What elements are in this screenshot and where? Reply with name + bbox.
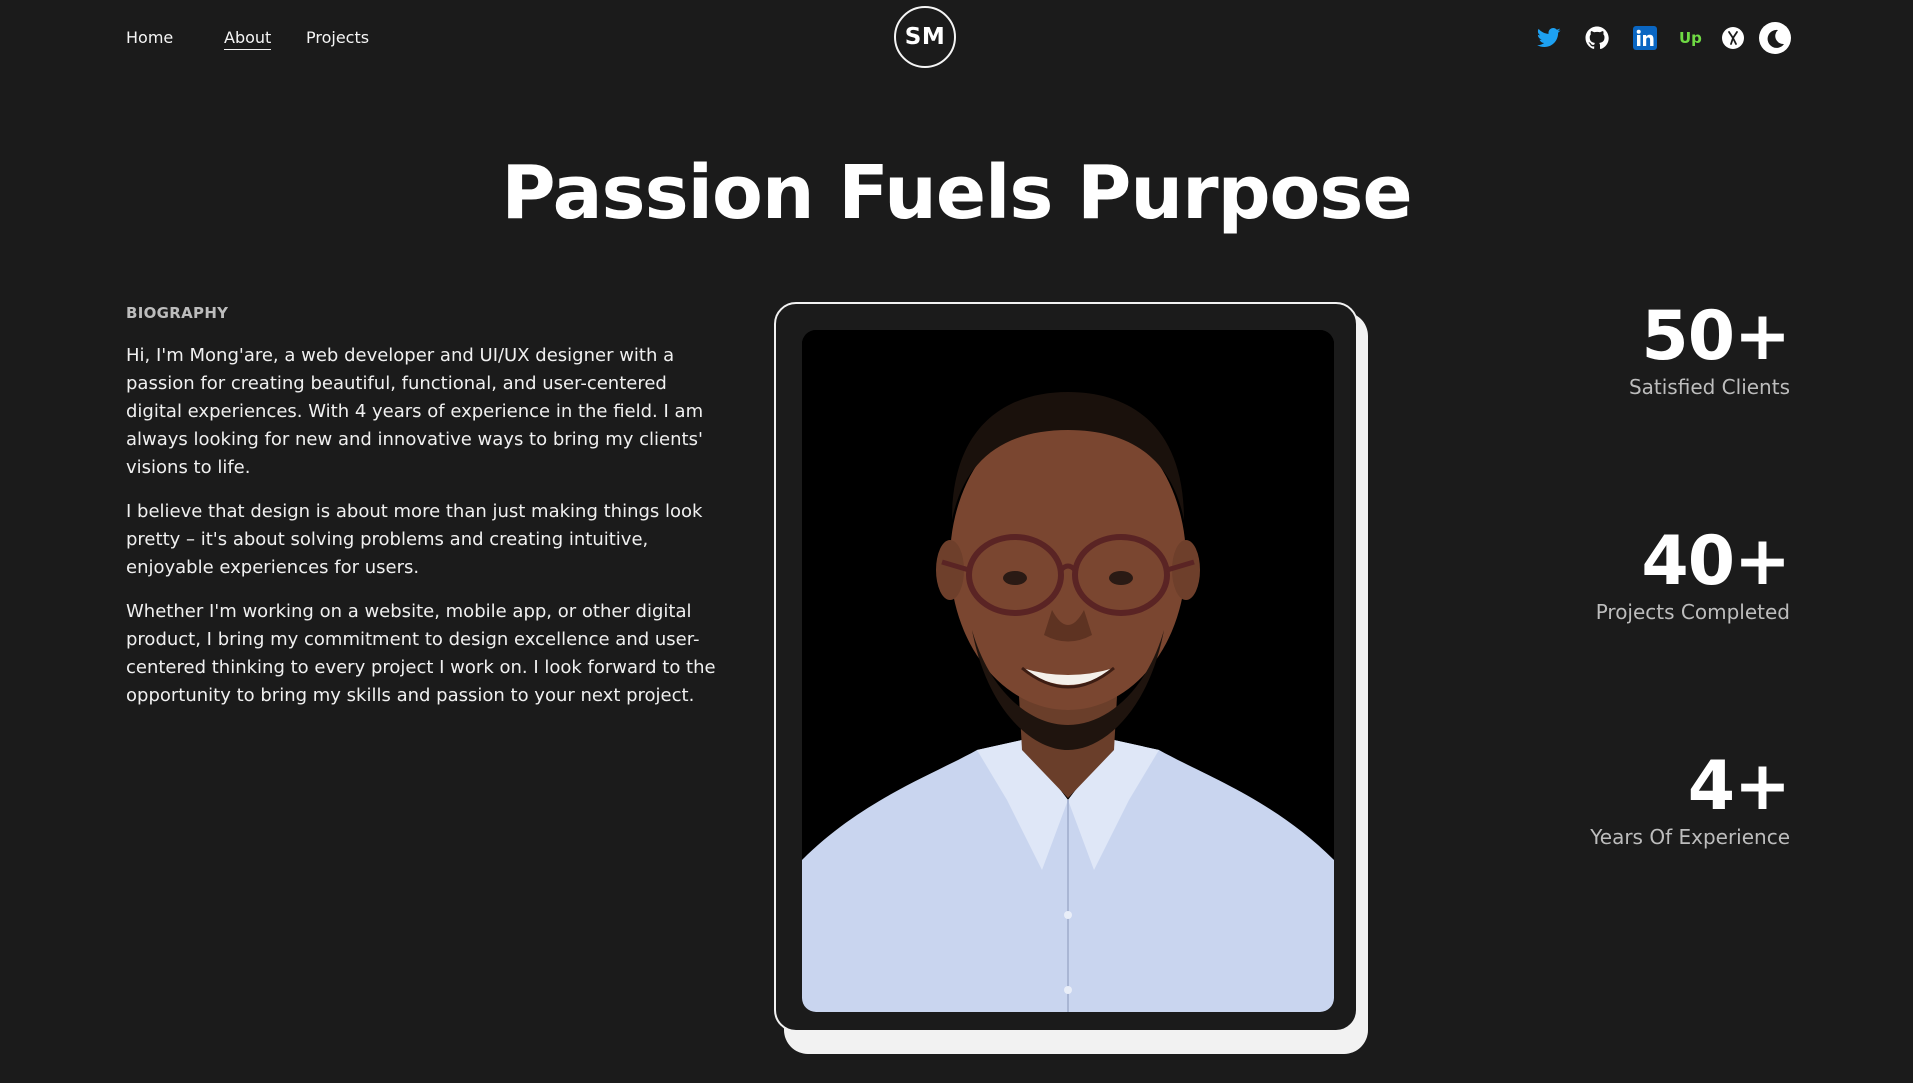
profile-photo	[802, 330, 1334, 1012]
stat-years-experience: 4+ Years Of Experience	[1590, 747, 1791, 850]
twitter-icon[interactable]	[1536, 25, 1562, 51]
stat-satisfied-clients: 50+ Satisfied Clients	[1628, 297, 1791, 400]
nav-projects-link[interactable]: Projects	[306, 28, 369, 48]
stat-value: 4+	[1687, 747, 1791, 826]
stat-label: Years Of Experience	[1590, 825, 1790, 849]
site-logo[interactable]: SM	[894, 6, 956, 68]
theme-toggle-icon[interactable]	[1759, 22, 1791, 54]
page-title: Passion Fuels Purpose	[501, 150, 1412, 236]
biography-paragraph: I believe that design is about more than…	[126, 501, 703, 578]
nav-home-link[interactable]: Home	[126, 28, 173, 48]
github-icon[interactable]	[1584, 25, 1610, 51]
top-nav: Home About Projects SM Up	[0, 0, 1913, 78]
biography-paragraph: Hi, I'm Mong'are, a web developer and UI…	[126, 345, 704, 478]
linkedin-icon[interactable]	[1632, 25, 1658, 51]
profile-photo-frame	[774, 302, 1368, 1054]
stat-label: Projects Completed	[1595, 600, 1790, 624]
stat-label: Satisfied Clients	[1628, 375, 1790, 399]
stat-value: 50+	[1641, 297, 1791, 376]
upwork-icon[interactable]: Up	[1678, 25, 1706, 51]
nav-about-link[interactable]: About	[224, 28, 272, 50]
photo-frame-card	[774, 302, 1358, 1032]
stat-projects-completed: 40+ Projects Completed	[1595, 522, 1791, 625]
stat-value: 40+	[1641, 522, 1791, 601]
dribbble-icon[interactable]	[1720, 25, 1746, 51]
biography-heading: BIOGRAPHY	[126, 304, 229, 322]
biography-text: Hi, I'm Mong'are, a web developer and UI…	[126, 342, 720, 726]
biography-paragraph: Whether I'm working on a website, mobile…	[126, 601, 716, 706]
svg-text:Up: Up	[1679, 29, 1702, 47]
